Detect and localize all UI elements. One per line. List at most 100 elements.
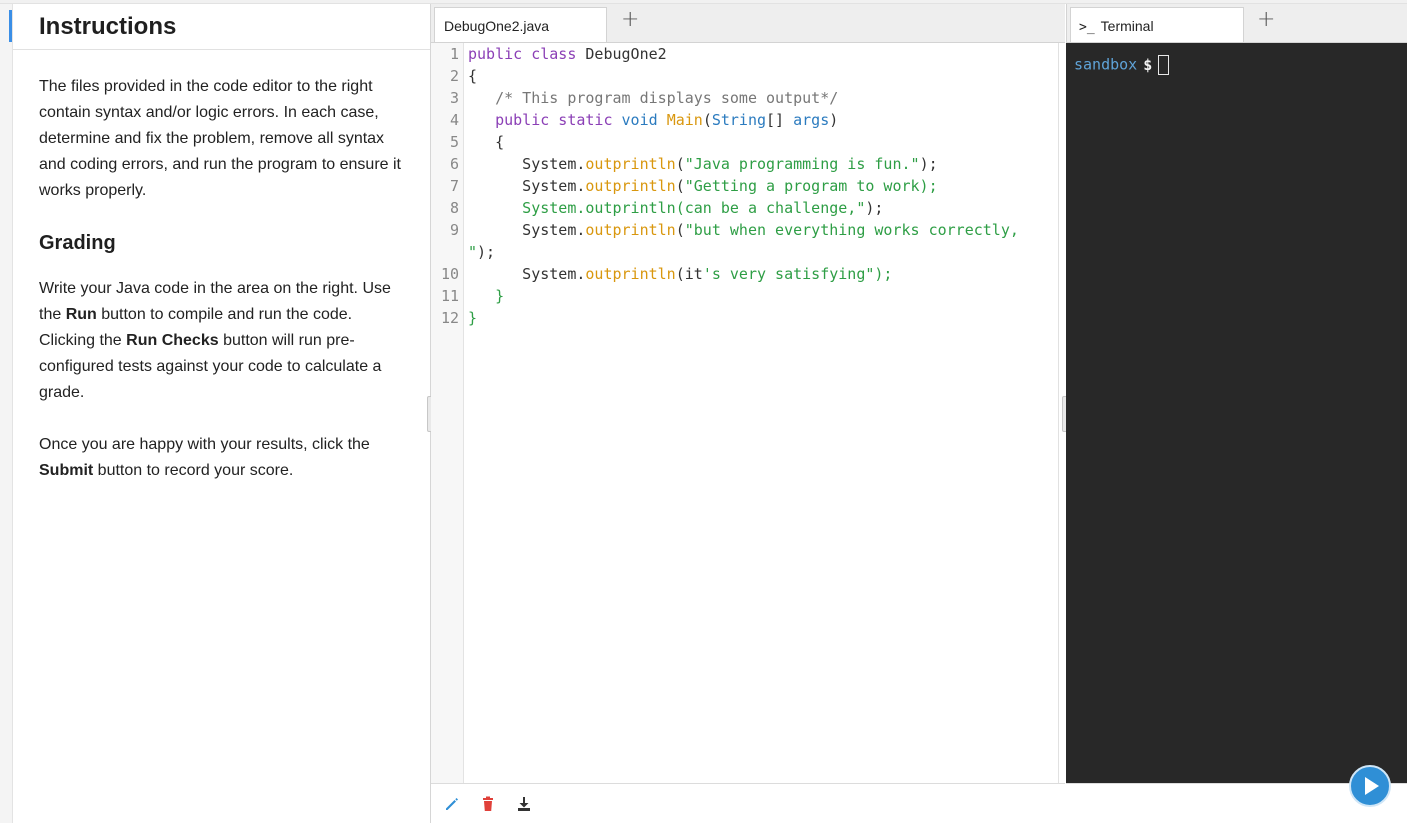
code-token: ); [919,155,938,173]
line-number: 8 [449,199,459,217]
code-token: public class [468,45,586,63]
code-token: Main [666,111,703,129]
editor-footer [431,783,1065,824]
grading-paragraph-1: Write your Java code in the area on the … [39,276,409,406]
trash-icon[interactable] [479,795,497,813]
code-token: outprintln [585,177,676,195]
pencil-icon[interactable] [443,795,461,813]
code-token: System.outprintln(can be a challenge," [468,199,866,217]
tab-terminal[interactable]: >_ Terminal [1070,7,1244,42]
terminal-prompt: sandbox $ [1074,55,1170,75]
line-number: 7 [449,177,459,195]
line-number: 1 [449,45,459,63]
code-line: 7 System.outprintln("Getting a program t… [431,175,1057,197]
code-token: } [468,287,505,305]
code-token: ); [477,243,496,261]
code-token: /* This program displays some output*/ [468,89,839,107]
code-token: System. [468,265,586,283]
tab-debugone2-java[interactable]: DebugOne2.java [434,7,607,42]
add-file-tab-button[interactable]: + [621,7,639,32]
prompt-host: sandbox [1074,55,1138,74]
line-number: 6 [449,155,459,173]
instructions-body: The files provided in the code editor to… [39,74,409,510]
code-line: 2{ [431,65,1057,87]
code-text: } [468,307,477,329]
instructions-pane: Instructions The files provided in the c… [13,4,431,823]
code-line: 8 System.outprintln(can be a challenge,"… [431,197,1057,219]
code-token: System. [468,155,586,173]
line-number: 4 [449,111,459,129]
terminal-cursor [1158,55,1170,75]
grading-paragraph-2: Once you are happy with your results, cl… [39,432,409,484]
code-line: 10 System.outprintln(it's very satisfyin… [431,263,1057,285]
code-line: 12} [431,307,1057,329]
active-indicator [9,10,12,42]
code-text: public class DebugOne2 [468,43,667,65]
line-number: 3 [449,89,459,107]
code-text: System.outprintln("but when everything w… [468,219,1019,241]
instructions-header: Instructions [13,4,430,50]
code-text: System.outprintln(can be a challenge,"); [468,197,883,219]
left-gutter [0,4,13,823]
code-token: [] [766,111,794,129]
code-token: ); [865,199,884,217]
code-token: " [468,243,478,261]
code-token: ( [675,155,685,173]
terminal-output[interactable]: sandbox $ [1066,43,1407,783]
code-text: "); [468,241,495,263]
code-token: System. [468,221,586,239]
code-token: 's very satisfying"); [702,265,893,283]
code-editor-pane: DebugOne2.java + 1 public class DebugOne2… [431,4,1065,824]
instructions-intro: The files provided in the code editor to… [39,78,401,199]
instructions-title: Instructions [39,13,177,40]
add-terminal-tab-button[interactable]: + [1257,7,1275,32]
terminal-tab-bar: >_ Terminal + [1066,4,1407,43]
code-line: 6 System.outprintln("Java programming is… [431,153,1057,175]
code-token: String [711,111,767,129]
code-token: System. [468,177,586,195]
code-token: DebugOne2 [585,45,667,63]
grading-title: Grading [39,232,116,254]
code-token: "but when everything works correctly, [684,221,1019,239]
code-token: (it [675,265,703,283]
prompt-symbol: $ [1143,55,1153,74]
code-token: { [468,133,505,151]
code-text: public static void Main(String[] args) [468,109,838,131]
code-line: 3 /* This program displays some output*/ [431,87,1057,109]
code-text: { [468,131,504,153]
code-text: } [468,285,504,307]
code-token: } [468,309,478,327]
code-line: "); [431,241,1057,263]
code-token: ( [702,111,712,129]
code-token: outprintln [585,265,676,283]
code-token: outprintln [585,221,676,239]
submit-keyword: Submit [39,462,94,479]
line-number: 11 [440,287,459,305]
code-token: { [468,67,478,85]
editor-tab-bar: DebugOne2.java + [431,4,1065,43]
code-line: 4 public static void Main(String[] args) [431,109,1057,131]
line-number: 5 [449,133,459,151]
code-text: System.outprintln("Getting a program to … [468,175,938,197]
tab-label: DebugOne2.java [444,18,550,34]
terminal-icon: >_ [1079,20,1095,35]
code-token: ) [829,111,839,129]
code-token: args [793,111,830,129]
code-line: 11 } [431,285,1057,307]
terminal-pane: >_ Terminal + sandbox $ [1066,4,1407,824]
terminal-tab-label: Terminal [1100,18,1154,34]
code-line: 1 public class DebugOne2 [431,43,1057,65]
code-token: void [621,111,667,129]
code-text: System.outprintln(it's very satisfying")… [468,263,892,285]
code-lines: 1 public class DebugOne2 2{3 /* This progr… [431,43,1057,329]
code-token: ( [675,221,685,239]
download-icon[interactable] [515,795,533,813]
code-token: "Java programming is fun." [684,155,920,173]
code-line: 9 System.outprintln("but when everything… [431,219,1057,241]
play-icon [1365,777,1379,795]
code-editor[interactable]: 1 public class DebugOne2 2{3 /* This progr… [431,43,1059,783]
grading-text: Once you are happy with your results, cl… [39,436,370,453]
run-button[interactable] [1349,765,1391,807]
run-keyword: Run [65,306,97,323]
code-token: "Getting a program to work); [684,177,938,195]
